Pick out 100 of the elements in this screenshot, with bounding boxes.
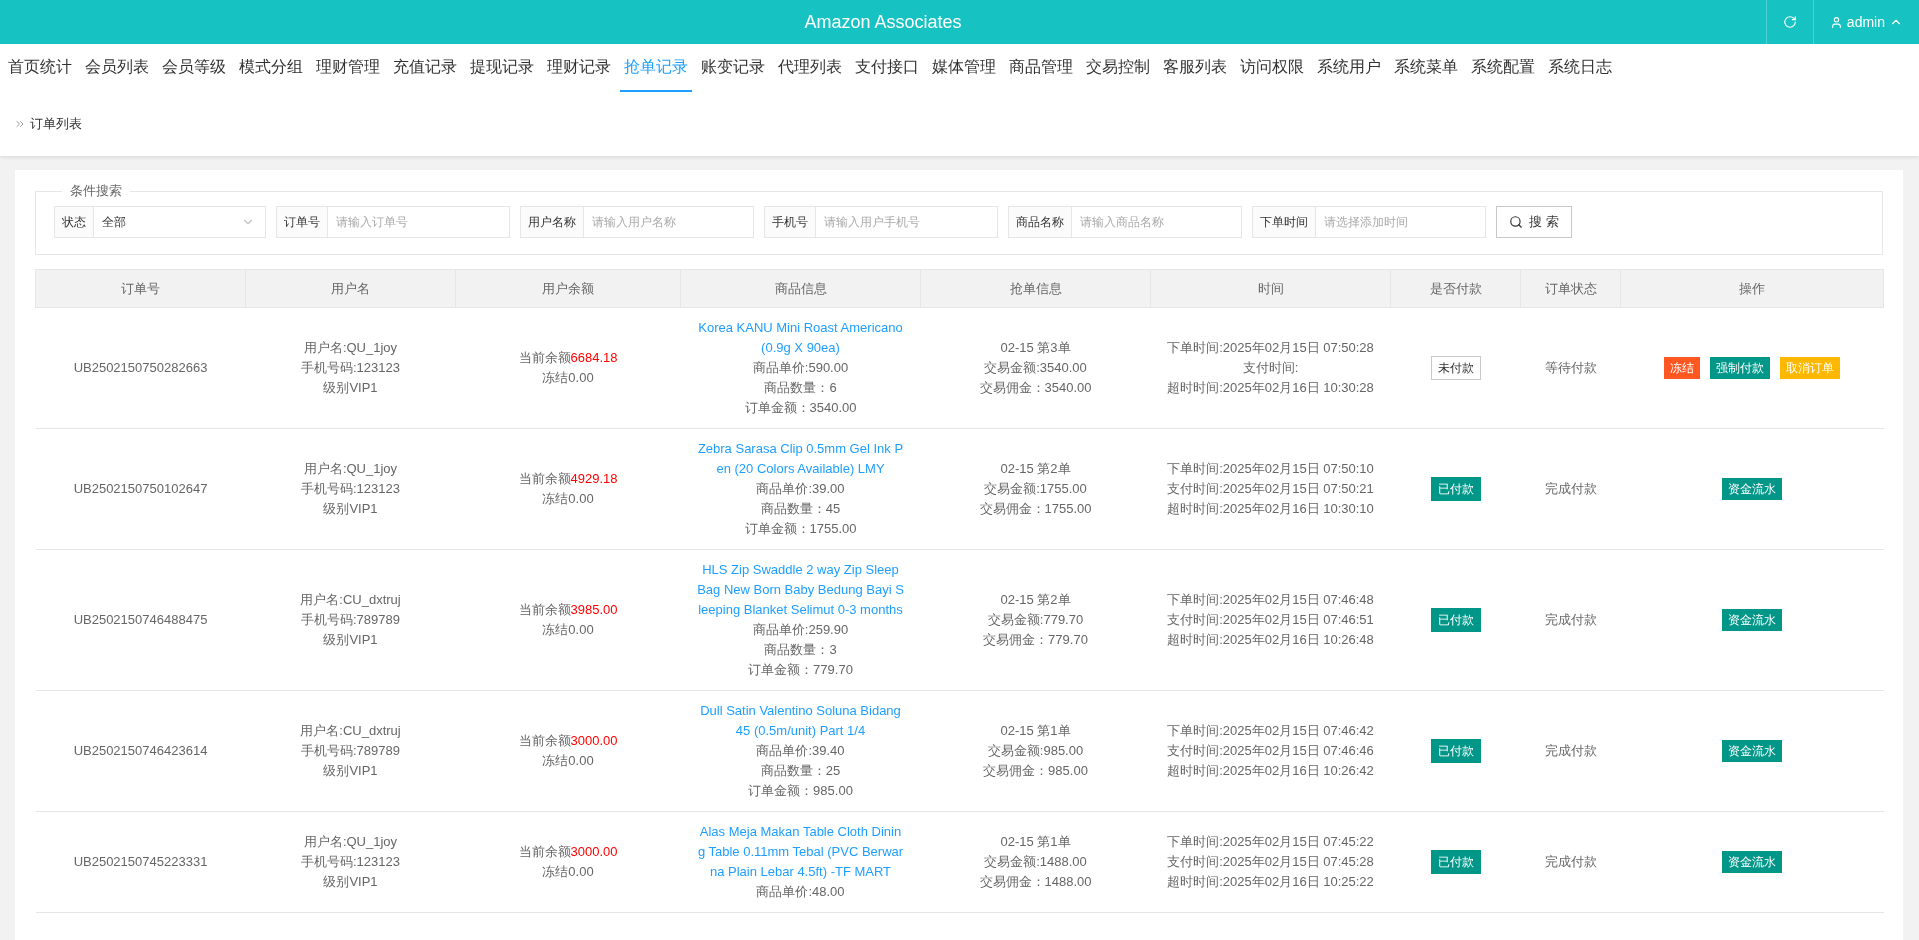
- order-status: 完成付款: [1543, 611, 1598, 629]
- product-info: 商品数量：25: [759, 762, 842, 780]
- user-info: 用户名:QU_1joy: [302, 339, 399, 357]
- payment-tag: 未付款: [1430, 356, 1481, 380]
- time-info: 支付时间:2025年02月15日 07:46:46: [1166, 742, 1375, 760]
- time-info: 超时时间:2025年02月16日 10:25:22: [1166, 873, 1375, 891]
- status-select[interactable]: 全部: [94, 206, 266, 238]
- nav-tab[interactable]: 账变记录: [697, 44, 769, 92]
- grab-info: 02-15 第2单: [999, 591, 1072, 609]
- grab-info: 02-15 第1单: [999, 722, 1072, 740]
- product-info: 商品数量：6: [763, 379, 838, 397]
- grab-info: 交易金额:3540.00: [983, 359, 1088, 377]
- nav-tab[interactable]: 理财管理: [312, 44, 384, 92]
- nav-tab[interactable]: 系统日志: [1544, 44, 1616, 92]
- user-info: 手机号码:789789: [300, 611, 401, 629]
- product-info: 订单金额：3540.00: [743, 399, 858, 417]
- action-button[interactable]: 强制付款: [1710, 357, 1770, 379]
- nav-tab[interactable]: 会员等级: [158, 44, 230, 92]
- nav-tab[interactable]: 系统菜单: [1390, 44, 1462, 92]
- frozen-text: 冻结0.00: [541, 752, 595, 770]
- search-icon: [1509, 215, 1523, 229]
- column-header: 订单状态: [1520, 269, 1621, 308]
- user-info: 级别VIP1: [322, 500, 379, 518]
- product-info: 订单金额：1755.00: [743, 520, 858, 538]
- nav-tab[interactable]: 代理列表: [774, 44, 846, 92]
- field-label: 用户名称: [520, 206, 584, 238]
- order-number: UB2502150750102647: [72, 480, 209, 498]
- balance-text: 当前余额3000.00: [517, 732, 619, 750]
- grab-info: 交易金额:1755.00: [983, 480, 1088, 498]
- nav-tab[interactable]: 会员列表: [81, 44, 153, 92]
- time-info: 下单时间:2025年02月15日 07:50:28: [1166, 339, 1375, 357]
- user-info: 手机号码:123123: [300, 359, 401, 377]
- nav-tab[interactable]: 模式分组: [235, 44, 307, 92]
- payment-tag: 已付款: [1430, 477, 1481, 501]
- nav-tab[interactable]: 系统配置: [1467, 44, 1539, 92]
- field-label: 下单时间: [1252, 206, 1316, 238]
- column-header: 商品信息: [680, 269, 921, 308]
- nav-tab[interactable]: 理财记录: [543, 44, 615, 92]
- time-info: 下单时间:2025年02月15日 07:46:48: [1166, 591, 1375, 609]
- nav-tab[interactable]: 支付接口: [851, 44, 923, 92]
- time-info: 下单时间:2025年02月15日 07:50:10: [1166, 460, 1375, 478]
- search-field[interactable]: 请输入订单号: [328, 206, 510, 238]
- user-info: 级别VIP1: [322, 631, 379, 649]
- order-number: UB2502150750282663: [72, 359, 209, 377]
- user-info: 级别VIP1: [322, 762, 379, 780]
- action-button[interactable]: 资金流水: [1722, 609, 1782, 631]
- refresh-icon: [1782, 15, 1797, 29]
- nav-tab[interactable]: 系统用户: [1313, 44, 1385, 92]
- search-field[interactable]: 请输入商品名称: [1072, 206, 1242, 238]
- nav-tab[interactable]: 首页统计: [4, 44, 76, 92]
- nav-tab[interactable]: 交易控制: [1082, 44, 1154, 92]
- frozen-text: 冻结0.00: [541, 490, 595, 508]
- grab-info: 交易佣金：1755.00: [978, 500, 1093, 518]
- column-header: 抢单信息: [920, 269, 1151, 308]
- nav-tab[interactable]: 媒体管理: [928, 44, 1000, 92]
- order-status: 完成付款: [1543, 853, 1598, 871]
- field-label: 状态: [54, 206, 94, 238]
- user-info: 用户名:QU_1joy: [302, 833, 399, 851]
- balance-text: 当前余额6684.18: [517, 349, 619, 367]
- time-info: 支付时间:2025年02月15日 07:50:21: [1166, 480, 1375, 498]
- nav-tab[interactable]: 充值记录: [389, 44, 461, 92]
- product-info: 商品数量：3: [763, 641, 838, 659]
- order-status: 完成付款: [1543, 480, 1598, 498]
- time-info: 超时时间:2025年02月16日 10:26:42: [1166, 762, 1375, 780]
- nav-tab[interactable]: 客服列表: [1159, 44, 1231, 92]
- time-info: 支付时间:2025年02月15日 07:46:51: [1166, 611, 1375, 629]
- action-button[interactable]: 资金流水: [1722, 478, 1782, 500]
- nav-tab[interactable]: 访问权限: [1236, 44, 1308, 92]
- frozen-text: 冻结0.00: [541, 863, 595, 881]
- user-info: 用户名:QU_1joy: [302, 460, 399, 478]
- product-info: 订单金额：985.00: [747, 782, 854, 800]
- nav-tab[interactable]: 商品管理: [1005, 44, 1077, 92]
- search-field[interactable]: 请输入用户名称: [584, 206, 754, 238]
- user-info: 级别VIP1: [322, 873, 379, 891]
- field-label: 手机号: [764, 206, 816, 238]
- payment-tag: 已付款: [1430, 850, 1481, 874]
- search-field[interactable]: 请输入用户手机号: [816, 206, 998, 238]
- product-info: 商品单价:590.00: [751, 359, 850, 377]
- field-label: 商品名称: [1008, 206, 1072, 238]
- balance-text: 当前余额3985.00: [517, 601, 619, 619]
- search-legend: 条件搜索: [62, 182, 130, 200]
- grab-info: 交易金额:779.70: [986, 611, 1085, 629]
- product-info: 商品单价:39.40: [755, 742, 846, 760]
- balance-text: 当前余额3000.00: [517, 843, 619, 861]
- frozen-text: 冻结0.00: [541, 369, 595, 387]
- order-status: 完成付款: [1543, 742, 1598, 760]
- column-header: 时间: [1150, 269, 1391, 308]
- user-info: 用户名:CU_dxtruj: [299, 591, 402, 609]
- time-info: 下单时间:2025年02月15日 07:46:42: [1166, 722, 1375, 740]
- action-button[interactable]: 资金流水: [1722, 740, 1782, 762]
- time-info: 超时时间:2025年02月16日 10:26:48: [1166, 631, 1375, 649]
- grab-info: 交易佣金：3540.00: [978, 379, 1093, 397]
- balance-text: 当前余额4929.18: [517, 470, 619, 488]
- breadcrumb: 订单列表: [30, 115, 82, 133]
- action-button[interactable]: 资金流水: [1722, 851, 1782, 873]
- product-info: 商品单价:39.00: [755, 480, 846, 498]
- search-field[interactable]: 请选择添加时间: [1316, 206, 1486, 238]
- nav-tab[interactable]: 提现记录: [466, 44, 538, 92]
- user-icon: [1829, 15, 1843, 29]
- search-button[interactable]: 搜 索: [1496, 206, 1572, 238]
